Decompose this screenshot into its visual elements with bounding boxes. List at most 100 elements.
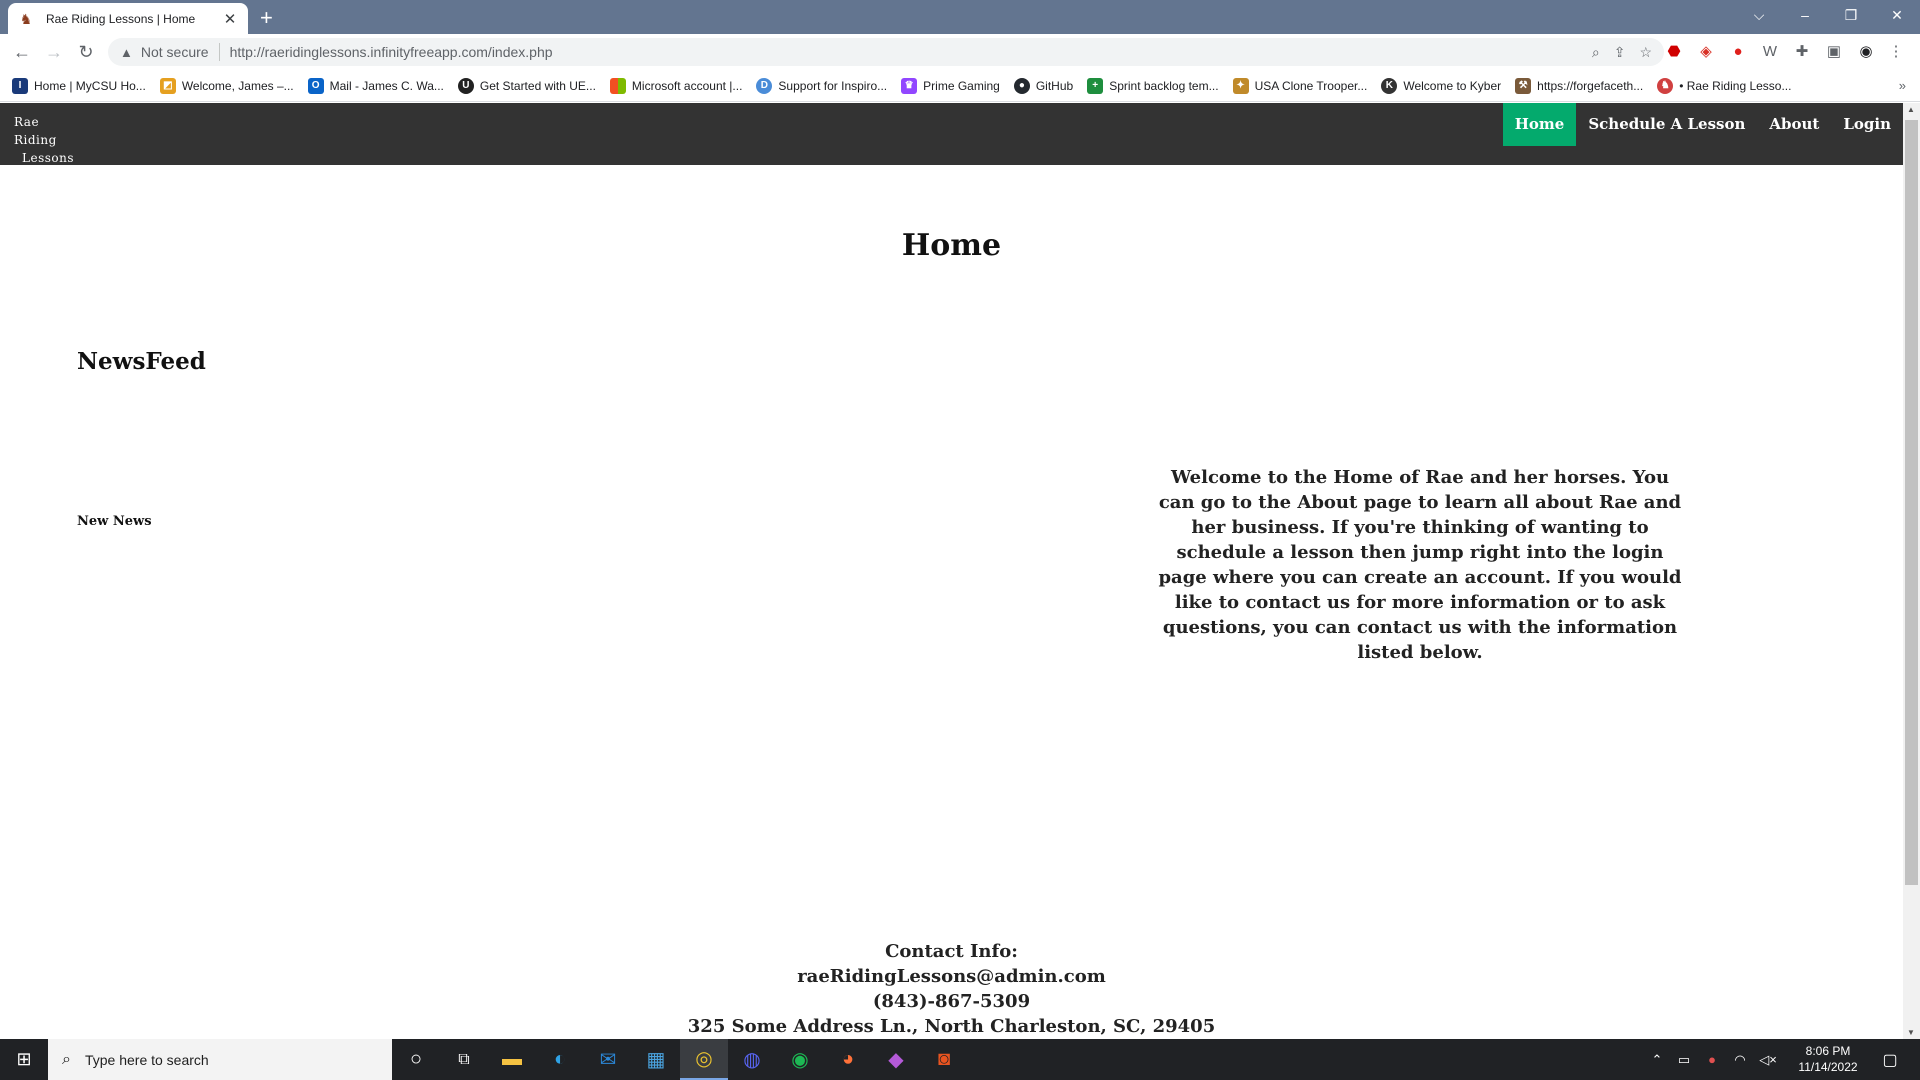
bookmark-item[interactable]: D Support for Inspiro... (756, 77, 887, 94)
github-icon: ● (1013, 77, 1030, 94)
scroll-up-arrow-icon[interactable]: ▲ (1907, 105, 1915, 114)
tab-search-button[interactable]: ⌵ (1736, 0, 1782, 30)
browser-tab[interactable]: ♞ Rae Riding Lessons | Home ✕ (8, 3, 248, 34)
ubuntu-icon[interactable]: ◙ (920, 1039, 968, 1080)
file-explorer-icon[interactable]: ▬ (488, 1039, 536, 1080)
mail-icon[interactable]: ✉ (584, 1039, 632, 1080)
battery-icon[interactable]: ▭ (1670, 1039, 1698, 1080)
trooper-icon: ✦ (1232, 77, 1249, 94)
windows-taskbar: ⊞ ⌕ Type here to search ○ ⧉ ▬ ◐ ✉ ▦ ◎ ◍ … (0, 1039, 1920, 1080)
taskbar-search-box[interactable]: ⌕ Type here to search (48, 1039, 392, 1080)
bookmark-item[interactable]: ♛ Prime Gaming (901, 77, 1000, 94)
canvas-icon: ◩ (159, 77, 176, 94)
forward-arrow-icon[interactable]: → (42, 40, 66, 64)
bookmarks-overflow-button[interactable]: » (1899, 78, 1906, 93)
extensions-puzzle-icon[interactable]: ✚ (1792, 42, 1812, 62)
tab-close-icon[interactable]: ✕ (222, 10, 238, 28)
store-icon[interactable]: ▦ (632, 1039, 680, 1080)
contact-info: Contact Info: raeRidingLessons@admin.com… (0, 939, 1903, 1039)
bookmark-item[interactable]: ⚒ https://forgefaceth... (1515, 77, 1643, 94)
bookmark-item[interactable]: Microsoft account |... (609, 77, 742, 94)
clock-date: 11/14/2022 (1798, 1060, 1858, 1074)
news-item: New News (77, 514, 152, 529)
site-navbar: Rae Riding Lessons Home Schedule A Lesso… (0, 103, 1903, 165)
contact-phone: (843)-867-5309 (872, 991, 1031, 1012)
page-scrollbar[interactable]: ▲ ▼ (1903, 103, 1920, 1039)
taskbar-search-placeholder: Type here to search (84, 1051, 209, 1068)
edge-icon[interactable]: ◐ (536, 1039, 584, 1080)
sheets-icon: + (1087, 77, 1104, 94)
warning-icon: ▲ (120, 44, 133, 60)
color-drop-app-icon[interactable]: ◆ (872, 1039, 920, 1080)
reload-icon[interactable]: ↻ (74, 40, 98, 64)
forge-icon: ⚒ (1515, 77, 1532, 94)
contact-heading: Contact Info: (885, 941, 1018, 962)
bookmark-star-icon[interactable]: ☆ (1639, 44, 1652, 61)
bookmark-item[interactable]: I Home | MyCSU Ho... (12, 77, 146, 94)
kyber-icon: K (1381, 77, 1398, 94)
taskbar-clock[interactable]: 8:06 PM 11/14/2022 (1788, 1043, 1868, 1075)
firefox-icon[interactable]: ◕ (824, 1039, 872, 1080)
bookmark-item[interactable]: U Get Started with UE... (457, 77, 596, 94)
back-arrow-icon[interactable]: ← (10, 40, 34, 64)
unreal-icon: U (457, 77, 474, 94)
action-center-icon[interactable]: ▢ (1868, 1039, 1912, 1080)
bookmarks-bar: I Home | MyCSU Ho... ◩ Welcome, James –...… (0, 70, 1920, 102)
volume-muted-icon[interactable]: ◁× (1754, 1039, 1782, 1080)
page-title: Home (901, 228, 1002, 263)
share-icon[interactable]: ⇪ (1614, 44, 1626, 61)
zoom-icon[interactable]: ⌕ (1592, 44, 1600, 61)
scrollbar-thumb[interactable] (1905, 120, 1918, 885)
task-view-icon[interactable]: ⧉ (440, 1039, 488, 1080)
bookmark-item[interactable]: + Sprint backlog tem... (1087, 77, 1219, 94)
not-secure-label: Not secure (140, 44, 209, 60)
clock-time: 8:06 PM (1805, 1044, 1851, 1058)
close-window-button[interactable]: ✕ (1874, 0, 1920, 30)
bookmark-item[interactable]: O Mail - James C. Wa... (307, 77, 444, 94)
chrome-icon[interactable]: ◎ (680, 1039, 728, 1080)
shield-extension-icon[interactable]: ◈ (1696, 42, 1716, 62)
bookmark-item[interactable]: ◩ Welcome, James –... (159, 77, 294, 94)
windows-start-icon[interactable]: ⊞ (0, 1039, 48, 1080)
web-page: Rae Riding Lessons Home Schedule A Lesso… (0, 103, 1920, 1039)
cortana-icon[interactable]: ○ (392, 1039, 440, 1080)
scroll-down-arrow-icon[interactable]: ▼ (1907, 1028, 1915, 1037)
logo-line-2: Lessons (22, 151, 74, 165)
prime-gaming-icon: ♛ (901, 77, 918, 94)
tray-overflow-chevron-icon[interactable]: ⌃ (1644, 1039, 1670, 1080)
network-icon[interactable]: ◠ (1726, 1039, 1754, 1080)
microsoft-icon (609, 77, 626, 94)
nav-about[interactable]: About (1757, 103, 1831, 146)
nav-login[interactable]: Login (1831, 103, 1903, 146)
site-logo[interactable]: Rae Riding Lessons (14, 113, 80, 165)
nav-home[interactable]: Home (1502, 103, 1577, 146)
contact-address: 325 Some Address Ln., North Charleston, … (687, 1016, 1216, 1037)
bookmark-item[interactable]: K Welcome to Kyber (1381, 77, 1501, 94)
minimize-button[interactable]: – (1782, 0, 1828, 30)
adblock-extension-icon[interactable]: ⬣ (1664, 42, 1684, 62)
url-text[interactable]: http://raeridinglessons.infinityfreeapp.… (230, 44, 1578, 60)
browser-toolbar: ← → ↻ ▲ Not secure http://raeridinglesso… (0, 34, 1920, 70)
spotify-icon[interactable]: ◉ (776, 1039, 824, 1080)
tab-title: Rae Riding Lessons | Home (46, 11, 196, 26)
red-extension-icon[interactable]: ● (1728, 42, 1748, 62)
restore-button[interactable]: ❐ (1828, 0, 1874, 30)
outlook-icon: O (307, 77, 324, 94)
address-divider (218, 43, 220, 61)
side-panel-icon[interactable]: ▣ (1824, 42, 1844, 62)
new-tab-button[interactable]: + (260, 5, 273, 31)
menu-kebab-icon[interactable]: ⋮ (1886, 42, 1906, 62)
discord-icon[interactable]: ◍ (728, 1039, 776, 1080)
address-bar[interactable]: ▲ Not secure http://raeridinglessons.inf… (108, 38, 1664, 66)
bookmark-item[interactable]: ✦ USA Clone Trooper... (1232, 77, 1367, 94)
contact-email: raeRidingLessons@admin.com (797, 966, 1106, 987)
tray-app-icon[interactable]: ● (1698, 1039, 1726, 1080)
profile-avatar-icon[interactable]: ◉ (1856, 42, 1876, 62)
horse-favicon-icon: ♞ (19, 10, 33, 27)
bookmark-item[interactable]: ● GitHub (1013, 77, 1073, 94)
nav-schedule-a-lesson[interactable]: Schedule A Lesson (1576, 103, 1757, 146)
bookmark-item[interactable]: ♞ • Rae Riding Lesso... (1657, 77, 1791, 94)
browser-titlebar: ♞ Rae Riding Lessons | Home ✕ + ⌵ – ❐ ✕ (0, 0, 1920, 34)
csu-icon: I (12, 77, 28, 94)
wappalyzer-extension-icon[interactable]: W (1760, 42, 1780, 62)
